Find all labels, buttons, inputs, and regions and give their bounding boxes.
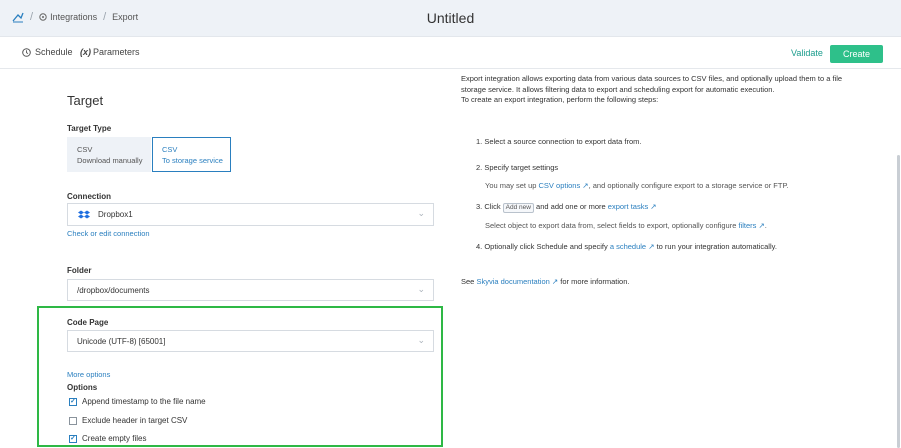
target-type-download-manually[interactable]: CSV Download manually bbox=[67, 137, 151, 172]
external-link-icon: ↗ bbox=[756, 221, 765, 230]
scrollbar[interactable] bbox=[897, 155, 900, 448]
text: , and optionally configure export to a s… bbox=[588, 181, 789, 190]
target-type-storage-service[interactable]: CSV To storage service bbox=[152, 137, 231, 172]
text: See bbox=[461, 277, 477, 286]
dropbox-icon bbox=[78, 210, 90, 220]
type-desc: Download manually bbox=[77, 156, 143, 165]
text: Select object to export data from, selec… bbox=[485, 221, 739, 230]
type-name: CSV bbox=[77, 145, 93, 154]
tab-schedule[interactable]: Schedule bbox=[22, 47, 73, 57]
chevron-down-icon: ⌄ bbox=[417, 208, 425, 218]
checkbox-unchecked-icon[interactable] bbox=[69, 416, 77, 425]
tab-schedule-label: Schedule bbox=[35, 47, 73, 57]
code-page-label: Code Page bbox=[67, 318, 109, 327]
help-intro-steps: To create an export integration, perform… bbox=[461, 95, 659, 104]
option-label: Append timestamp to the file name bbox=[82, 397, 206, 406]
validate-button[interactable]: Validate bbox=[791, 48, 823, 58]
connection-select[interactable]: Dropbox1 ⌄ bbox=[67, 203, 434, 226]
chevron-down-icon: ⌄ bbox=[417, 335, 425, 345]
option-create-empty-files[interactable]: ✓ Create empty files bbox=[69, 434, 146, 443]
folder-select[interactable]: /dropbox/documents ⌄ bbox=[67, 279, 434, 301]
check-connection-link[interactable]: Check or edit connection bbox=[67, 229, 150, 238]
breadcrumb: / Integrations / Export bbox=[12, 11, 138, 23]
filters-link[interactable]: filters bbox=[738, 221, 756, 230]
help-intro-text: Export integration allows exporting data… bbox=[461, 74, 843, 94]
help-intro: Export integration allows exporting data… bbox=[461, 74, 861, 106]
integrations-icon bbox=[39, 13, 47, 21]
create-button[interactable]: Create bbox=[830, 45, 883, 63]
external-link-icon: ↗ bbox=[580, 181, 589, 190]
code-page-value: Unicode (UTF-8) [65001] bbox=[77, 336, 166, 346]
help-step-2: 2. Specify target settings bbox=[476, 163, 559, 172]
text: 3. Click bbox=[476, 202, 503, 211]
external-link-icon: ↗ bbox=[549, 277, 559, 286]
external-link-icon: ↗ bbox=[648, 202, 657, 211]
text: You may set up bbox=[485, 181, 539, 190]
text: and add one or more bbox=[533, 202, 608, 211]
chevron-down-icon: ⌄ bbox=[417, 284, 425, 294]
breadcrumb-export: Export bbox=[112, 12, 139, 22]
top-bar: / Integrations / Export Untitled bbox=[0, 0, 901, 37]
help-see-docs: See Skyvia documentation ↗ for more info… bbox=[461, 277, 629, 286]
help-step-2-sub: You may set up CSV options ↗, and option… bbox=[485, 181, 789, 190]
help-step-3-sub: Select object to export data from, selec… bbox=[485, 221, 767, 230]
tab-parameters-label: Parameters bbox=[93, 47, 140, 57]
breadcrumb-integrations[interactable]: Integrations bbox=[50, 12, 97, 22]
type-name: CSV bbox=[162, 145, 178, 154]
option-label: Exclude header in target CSV bbox=[82, 416, 188, 425]
option-label: Create empty files bbox=[82, 434, 147, 443]
toolbar: Schedule (x) Parameters Validate Create bbox=[0, 37, 901, 69]
options-label: Options bbox=[67, 383, 98, 392]
folder-label: Folder bbox=[67, 266, 92, 275]
help-step-4: 4. Optionally click Schedule and specify… bbox=[476, 242, 777, 251]
skyvia-docs-link[interactable]: Skyvia documentation bbox=[476, 277, 549, 286]
more-options-link[interactable]: More options bbox=[67, 370, 110, 379]
connection-label: Connection bbox=[67, 192, 111, 201]
target-title: Target bbox=[67, 93, 104, 108]
text: 4. Optionally click Schedule and specify bbox=[476, 242, 610, 251]
checkbox-checked-icon[interactable]: ✓ bbox=[69, 434, 77, 443]
connection-value: Dropbox1 bbox=[98, 210, 133, 219]
export-tasks-link[interactable]: export tasks bbox=[608, 202, 648, 211]
code-page-select[interactable]: Unicode (UTF-8) [65001] ⌄ bbox=[67, 330, 434, 352]
type-desc: To storage service bbox=[162, 156, 223, 165]
home-logo-icon[interactable] bbox=[12, 11, 24, 23]
tab-parameters[interactable]: (x) Parameters bbox=[80, 47, 140, 57]
option-append-timestamp[interactable]: ✓ Append timestamp to the file name bbox=[69, 397, 206, 406]
text: to run your integration automatically. bbox=[654, 242, 777, 251]
text: . bbox=[764, 221, 767, 230]
checkbox-checked-icon[interactable]: ✓ bbox=[69, 397, 77, 406]
target-type-label: Target Type bbox=[67, 124, 112, 133]
text: for more information. bbox=[558, 277, 630, 286]
schedule-link[interactable]: a schedule bbox=[610, 242, 646, 251]
breadcrumb-separator: / bbox=[30, 11, 34, 23]
folder-value: /dropbox/documents bbox=[77, 285, 150, 295]
csv-options-link[interactable]: CSV options bbox=[539, 181, 581, 190]
help-step-3: 3. Click Add new and add one or more exp… bbox=[476, 202, 657, 213]
add-new-badge: Add new bbox=[502, 203, 534, 213]
variable-icon: (x) bbox=[80, 47, 91, 57]
breadcrumb-separator: / bbox=[103, 11, 107, 23]
help-step-1: 1. Select a source connection to export … bbox=[476, 137, 642, 146]
clock-icon bbox=[22, 47, 31, 57]
option-exclude-header[interactable]: Exclude header in target CSV bbox=[69, 416, 187, 425]
